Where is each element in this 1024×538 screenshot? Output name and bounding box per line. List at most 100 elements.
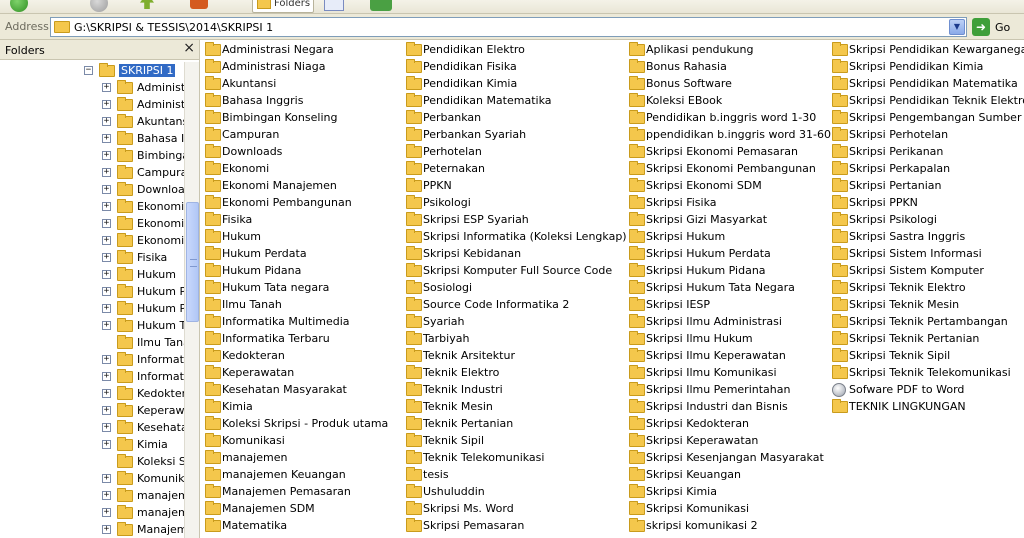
folder-item[interactable]: Ekonomi Manajemen xyxy=(205,177,337,194)
expand-icon[interactable]: + xyxy=(102,202,111,211)
folder-item[interactable]: Manajemen Pemasaran xyxy=(205,483,351,500)
folder-item[interactable]: Skripsi Ilmu Keperawatan xyxy=(629,347,786,364)
folder-item[interactable]: Aplikasi pendukung xyxy=(629,41,753,58)
folder-item[interactable]: Pendidikan Matematika xyxy=(406,92,552,109)
folder-item[interactable]: Peternakan xyxy=(406,160,485,177)
folder-item[interactable]: Skripsi Pertanian xyxy=(832,177,942,194)
folder-sync-icon[interactable] xyxy=(370,0,392,11)
folder-item[interactable]: Kesehatan Masyarakat xyxy=(205,381,347,398)
folder-item[interactable]: Skripsi Teknik Telekomunikasi xyxy=(832,364,1011,381)
tree-item[interactable]: + Download xyxy=(102,181,184,198)
folder-item[interactable]: Informatika Multimedia xyxy=(205,313,350,330)
folder-item[interactable]: Matematika xyxy=(205,517,287,534)
folder-item[interactable]: ppendidikan b.inggris word 31-60 xyxy=(629,126,831,143)
expand-icon[interactable]: + xyxy=(102,100,111,109)
folder-item[interactable]: Skripsi Komunikasi xyxy=(629,500,749,517)
expand-icon[interactable]: + xyxy=(102,406,111,415)
tree-item[interactable]: + Ekonomi M xyxy=(102,215,184,232)
folder-item[interactable]: Kimia xyxy=(205,398,253,415)
folder-item[interactable]: Teknik Industri xyxy=(406,381,503,398)
folder-item[interactable]: Skripsi PPKN xyxy=(832,194,918,211)
tree-item[interactable]: + Informatil xyxy=(102,351,184,368)
forward-button[interactable] xyxy=(90,0,108,13)
tree-item[interactable]: + Kedoktera xyxy=(102,385,184,402)
views-icon[interactable] xyxy=(324,0,344,11)
folder-item[interactable]: Skripsi Kimia xyxy=(629,483,717,500)
tree-item[interactable]: + Bimbingar xyxy=(102,147,184,164)
folder-item[interactable]: Downloads xyxy=(205,143,282,160)
folder-item[interactable]: Administrasi Niaga xyxy=(205,58,325,75)
folder-item[interactable]: Pendidikan Kimia xyxy=(406,75,517,92)
tree-item[interactable]: + Informatil xyxy=(102,368,184,385)
folder-item[interactable]: Skripsi Kesenjangan Masyarakat xyxy=(629,449,824,466)
scrollbar-thumb[interactable] xyxy=(186,202,199,322)
folder-item[interactable]: Teknik Mesin xyxy=(406,398,493,415)
tree-item[interactable]: + manajeme xyxy=(102,504,184,521)
folder-item[interactable]: Sofware PDF to Word xyxy=(832,381,964,398)
folder-item[interactable]: Teknik Sipil xyxy=(406,432,484,449)
folder-item[interactable]: Skripsi Pengembangan Sumber Daya xyxy=(832,109,1024,126)
tree-item[interactable]: + Akuntans xyxy=(102,113,184,130)
folder-item[interactable]: TEKNIK LINGKUNGAN xyxy=(832,398,966,415)
folder-item[interactable]: Fisika xyxy=(205,211,252,228)
expand-icon[interactable]: + xyxy=(102,253,111,262)
folder-item[interactable]: Skripsi Gizi Masyarkat xyxy=(629,211,767,228)
folder-item[interactable]: Kedokteran xyxy=(205,347,285,364)
go-button[interactable]: ➜ Go xyxy=(972,17,1020,37)
folder-item[interactable]: Skripsi Fisika xyxy=(629,194,717,211)
expand-icon[interactable]: + xyxy=(102,321,111,330)
folder-item[interactable]: Skripsi Teknik Mesin xyxy=(832,296,959,313)
tree-item[interactable]: + Ekonomi P xyxy=(102,232,184,249)
tree-item[interactable]: + Hukum Pic xyxy=(102,300,184,317)
folder-item[interactable]: Skripsi Komputer Full Source Code xyxy=(406,262,612,279)
folder-item[interactable]: Hukum Perdata xyxy=(205,245,307,262)
tree-scrollbar[interactable] xyxy=(184,62,199,538)
folder-item[interactable]: Skripsi Pendidikan Kewarganegaraan xyxy=(832,41,1024,58)
tree-item[interactable]: + Hukum Ta xyxy=(102,317,184,334)
folder-item[interactable]: Pendidikan Elektro xyxy=(406,41,525,58)
tree-item[interactable]: Ilmu Tana xyxy=(102,334,184,351)
folder-item[interactable]: Skripsi Keperawatan xyxy=(629,432,758,449)
folder-item[interactable]: Perbankan xyxy=(406,109,481,126)
up-folder-icon[interactable] xyxy=(140,0,154,9)
folder-item[interactable]: tesis xyxy=(406,466,449,483)
search-icon[interactable] xyxy=(190,0,208,9)
folder-item[interactable]: Skripsi Psikologi xyxy=(832,211,937,228)
folder-item[interactable]: Hukum Pidana xyxy=(205,262,301,279)
folder-item[interactable]: Skripsi Pendidikan Teknik Elektro xyxy=(832,92,1024,109)
folder-item[interactable]: Skripsi Informatika (Koleksi Lengkap) xyxy=(406,228,627,245)
expand-icon[interactable]: + xyxy=(102,134,111,143)
folder-item[interactable]: manajemen Keuangan xyxy=(205,466,346,483)
folder-item[interactable]: Perbankan Syariah xyxy=(406,126,526,143)
folder-item[interactable]: Informatika Terbaru xyxy=(205,330,330,347)
folder-item[interactable]: Skripsi Ekonomi Pemasaran xyxy=(629,143,798,160)
tree-item[interactable]: − SKRIPSI 1 xyxy=(84,62,176,79)
folder-item[interactable]: Skripsi Ilmu Administrasi xyxy=(629,313,782,330)
tree-item[interactable]: + Kimia xyxy=(102,436,168,453)
folder-item[interactable]: Manajemen SDM xyxy=(205,500,315,517)
folder-item[interactable]: Skripsi IESP xyxy=(629,296,710,313)
folder-item[interactable]: Akuntansi xyxy=(205,75,276,92)
tree-item[interactable]: + Kesehata xyxy=(102,419,184,436)
expand-icon[interactable]: + xyxy=(102,372,111,381)
expand-icon[interactable]: + xyxy=(102,474,111,483)
folder-item[interactable]: Skripsi Hukum xyxy=(629,228,725,245)
folder-item[interactable]: Skripsi ESP Syariah xyxy=(406,211,529,228)
folder-item[interactable]: Ushuluddin xyxy=(406,483,485,500)
folder-item[interactable]: Skripsi Pemasaran xyxy=(406,517,524,534)
folder-item[interactable]: Skripsi Sistem Komputer xyxy=(832,262,984,279)
folder-item[interactable]: Keperawatan xyxy=(205,364,294,381)
expand-icon[interactable]: + xyxy=(102,304,111,313)
expand-icon[interactable]: + xyxy=(102,219,111,228)
folder-item[interactable]: PPKN xyxy=(406,177,452,194)
folder-item[interactable]: Pendidikan Fisika xyxy=(406,58,517,75)
folder-item[interactable]: Skripsi Pendidikan Matematika xyxy=(832,75,1018,92)
folder-item[interactable]: Koleksi Skripsi - Produk utama xyxy=(205,415,388,432)
folder-item[interactable]: Teknik Elektro xyxy=(406,364,499,381)
folder-item[interactable]: Bahasa Inggris xyxy=(205,92,303,109)
folder-item[interactable]: Skripsi Kedokteran xyxy=(629,415,749,432)
folder-item[interactable]: Perhotelan xyxy=(406,143,482,160)
expand-icon[interactable]: + xyxy=(102,525,111,534)
tree-item[interactable]: + Komunika xyxy=(102,470,184,487)
folder-item[interactable]: Skripsi Ms. Word xyxy=(406,500,514,517)
